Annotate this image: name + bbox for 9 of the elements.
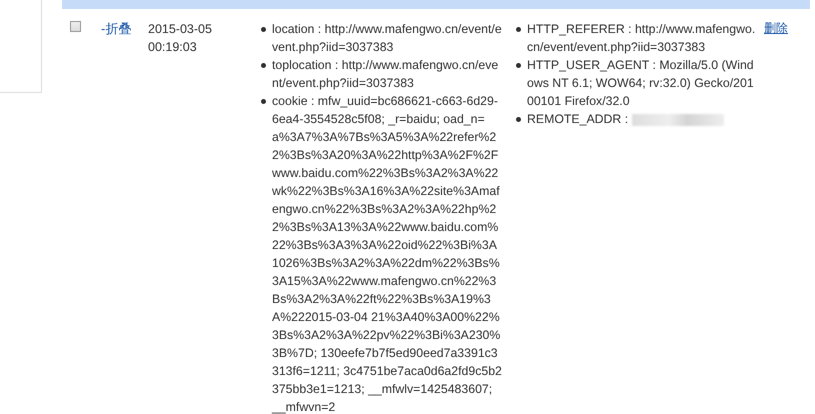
checkbox[interactable] [70, 21, 81, 32]
delete-link[interactable]: 删除 [764, 21, 788, 35]
collapse-link[interactable]: -折叠 [101, 21, 132, 36]
param-item: cookie : mfw_uuid=bc686621-c663-6d29-6ea4-3554528c5f08; _r=baidu; oad_n=a%3A7%3A%7Bs%3A5%3A%22refer%22%3Bs%3A20%3A%22http%3A%2F%2Fwww.baidu.com%22%3Bs%3A2%3A%22wk%22%3Bs%3A16%3A%22site%3Amafengwo.cn%22%3Bs%3A2%3A%22hp%22%3Bs%3A13%3A%22www.baidu.com%22%3Bs%3A3%3A%22oid%22%3Bi%3A1026%3Bs%3A2%3A%22dm%22%3Bs%3A15%3A%22www.mafengwo.cn%22%3Bs%3A2%3A%22ft%22%3Bs%3A19%3A%222015-03-04 21%3A40%3A00%22%3Bs%3A2%3A%22pv%22%3Bi%3A230%3B%7D; 130eefe7b7f5ed90eed7a3391c3313f6=1211; 3c4751be7aca0d6a2fd9c5b2375bb3e1=1213; __mfwlv=1425483607; __mfwvn=2 [260, 92, 502, 414]
timestamp-text: 2015-03-05 [148, 21, 213, 38]
server-item: HTTP_REFERER : http://www.mafengwo.cn/event/event.php?iid=3037383 [515, 20, 758, 56]
timestamp-text: 00:19:03 [148, 39, 198, 56]
server-item: HTTP_USER_AGENT : Mozilla/5.0 (Windows NT 6.1; WOW64; rv:32.0) Gecko/20100101 Firefox/32.0 [515, 56, 758, 110]
server-item: REMOTE_ADDR : [515, 110, 758, 128]
